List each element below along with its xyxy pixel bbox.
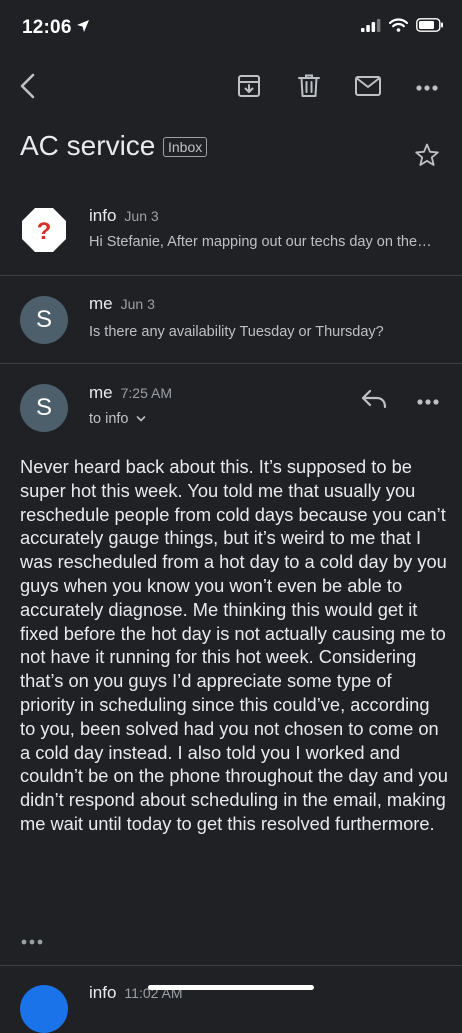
message-date: Jun 3 [124,208,159,224]
sender-name: me [89,294,113,313]
status-bar: 12:06 [0,0,462,56]
thread-item-me-collapsed[interactable]: S me Jun 3 Is there any availability Tues… [0,276,462,362]
more-icon [20,933,44,950]
back-button[interactable] [12,72,44,104]
avatar: S [20,384,68,432]
sender-name: me [89,383,113,402]
message-more-button[interactable] [416,393,440,411]
battery-icon [416,18,444,37]
email-subject: AC service [20,130,156,161]
more-icon [415,79,439,97]
mark-unread-button[interactable] [352,72,384,104]
avatar [20,985,68,1033]
signal-icon [361,18,381,37]
svg-text:?: ? [37,218,52,245]
sender-name: info [89,983,117,1002]
avatar: S [20,296,68,344]
more-options-button[interactable] [411,72,443,104]
star-icon[interactable] [414,142,440,173]
archive-button[interactable] [233,72,265,104]
subject-row: AC service Inbox [0,128,462,178]
divider [0,363,462,364]
status-time: 12:06 [22,17,72,38]
trash-icon [296,73,322,104]
message-snippet: Hi Stefanie, After mapping out our techs… [89,234,434,250]
back-arrow-icon [18,72,38,105]
thread-sender: me Jun 3 [89,294,155,314]
mail-icon [354,74,382,103]
message-date: Jun 3 [120,296,155,312]
message-body: Never heard back about this. It’s suppos… [20,456,448,834]
thread-item-info-collapsed[interactable]: ? info Jun 3 Hi Stefanie, After mapping o… [0,195,462,275]
warning-question-icon: ? [20,206,68,259]
delete-button[interactable] [293,72,325,104]
recipient-line: to info [89,411,129,427]
archive-icon [236,73,262,104]
inbox-label-chip[interactable]: Inbox [163,137,208,157]
message-snippet: Is there any availability Tuesday or Thu… [89,324,384,340]
show-trimmed-content-button[interactable] [20,933,44,951]
chevron-down-icon [136,411,146,427]
thread-sender: me 7:25 AM [89,383,172,403]
wifi-icon [388,18,409,37]
message-date: 7:25 AM [120,385,172,401]
toolbar [0,62,462,114]
sender-name: info [89,206,117,225]
thread-sender: info Jun 3 [89,206,159,226]
recipient-details-toggle[interactable]: to info [89,411,146,427]
reply-icon [360,389,388,414]
divider [0,965,462,966]
more-icon [416,393,440,410]
location-arrow-icon [76,19,90,38]
home-indicator[interactable] [148,985,314,990]
reply-button[interactable] [360,388,388,415]
